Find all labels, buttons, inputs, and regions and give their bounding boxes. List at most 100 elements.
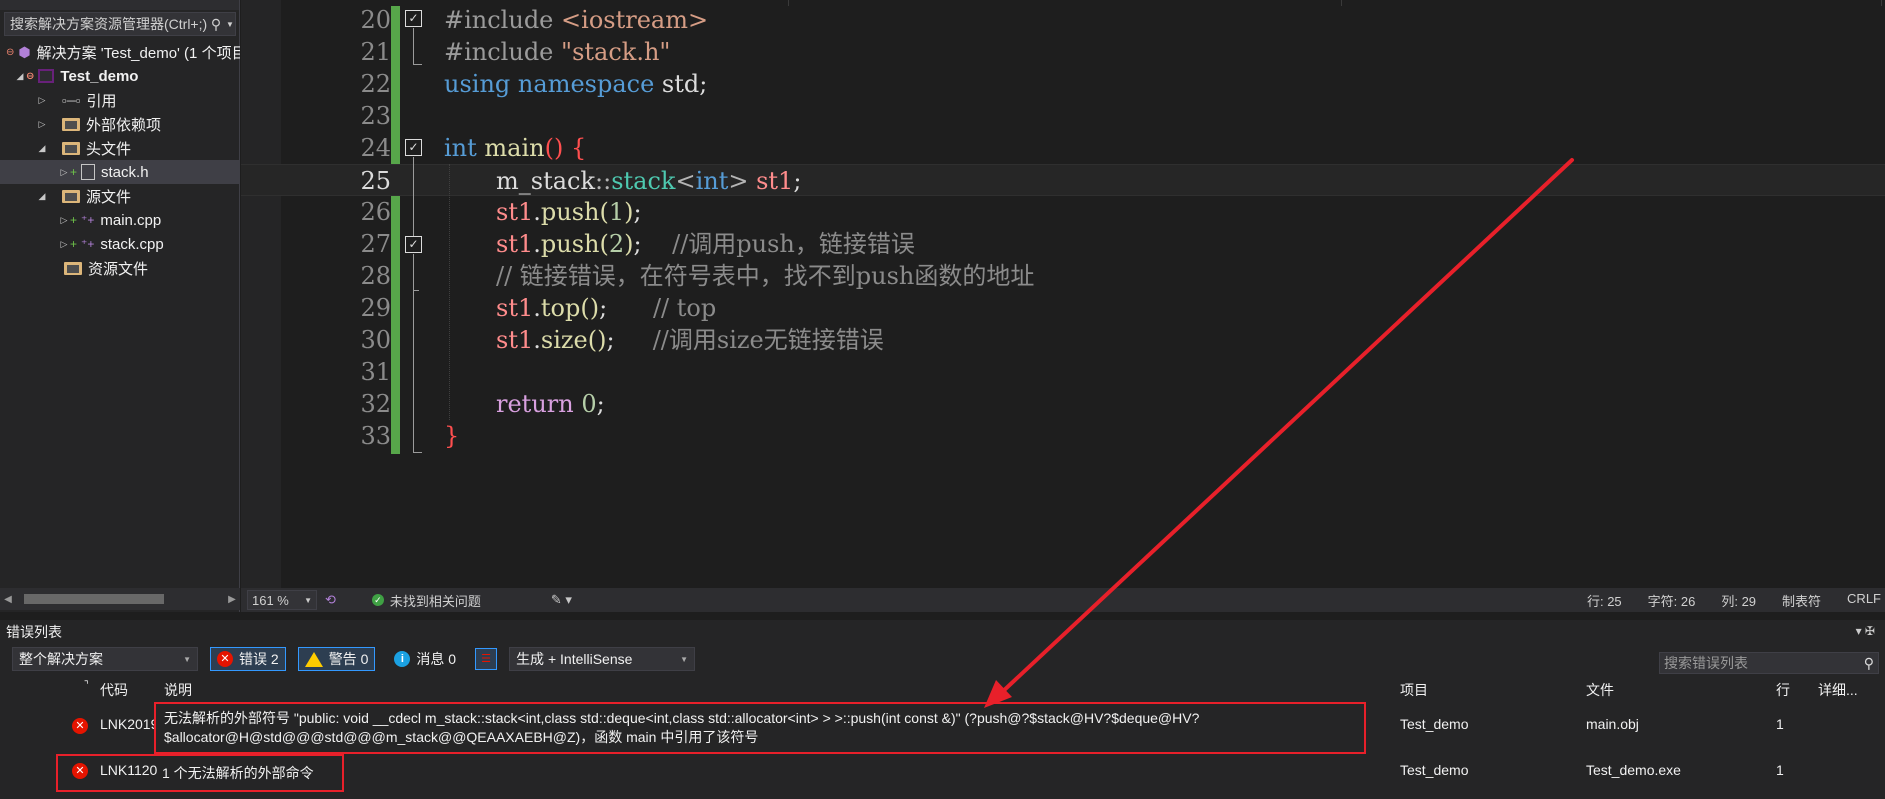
collapse-icon[interactable]: ▷ — [36, 119, 48, 130]
collapse-icon[interactable]: ▷ — [58, 239, 70, 250]
code-line-30[interactable]: 30 st1.size(); //调用size无链接错误 — [241, 324, 1885, 356]
added-icon: + — [70, 165, 78, 179]
collapse-region-icon[interactable]: ✓ — [405, 10, 422, 27]
error-list-panel: 错误列表 ▾ ✠ 整个解决方案 ▼ ✕ 错误 2 警告 0 i 消息 0 ☰ 生… — [0, 620, 1885, 799]
tree-item-resources[interactable]: 资源文件 — [0, 256, 240, 280]
code-line-26[interactable]: 26 st1.push(1); — [241, 196, 1885, 228]
code-line-28[interactable]: 28 // 链接错误，在符号表中，找不到push函数的地址 — [241, 260, 1885, 292]
scroll-right-icon[interactable]: ▶ — [224, 594, 240, 605]
messages-filter-button[interactable]: i 消息 0 — [387, 647, 463, 671]
error-list-title-bar: 错误列表 ▾ ✠ — [0, 620, 1885, 644]
code-line-33[interactable]: 33 } — [241, 420, 1885, 452]
header-line[interactable]: 行 — [1776, 680, 1790, 700]
line-number: 21 — [360, 38, 391, 66]
tree-item-references[interactable]: ▷ ▫─▫ 引用 — [0, 88, 240, 112]
search-icon[interactable]: ⚲ — [207, 16, 225, 33]
code-text[interactable]: st1.top(); // top — [496, 292, 716, 324]
expand-icon[interactable]: ◢ — [36, 191, 48, 202]
code-line-21[interactable]: 21 #include "stack.h" — [241, 36, 1885, 68]
references-label: 引用 — [86, 92, 117, 110]
code-text[interactable]: } — [444, 420, 459, 452]
code-editor[interactable]: 20 #include <iostream> 21 #include "stac… — [241, 0, 1885, 588]
tree-item-main-cpp[interactable]: ▷ + ⁺+ main.cpp — [0, 208, 240, 232]
refresh-icon[interactable]: ⟲ — [325, 592, 336, 608]
source-file-1-label: main.cpp — [100, 211, 162, 229]
check-icon: ✓ — [371, 594, 384, 606]
code-line-27[interactable]: 27 st1.push(2); //调用push，链接错误 — [241, 228, 1885, 260]
chevron-down-icon[interactable]: ▼ — [225, 20, 235, 29]
header-project[interactable]: 项目 — [1400, 680, 1428, 700]
code-line-24[interactable]: 24 int main() { — [241, 132, 1885, 164]
fold-guide — [413, 28, 414, 64]
tree-item-solution[interactable]: ⊖ ⬢ 解决方案 'Test_demo' (1 个项目) — [0, 40, 240, 64]
header-detail[interactable]: 详细... — [1818, 680, 1858, 700]
error-icon: ✕ — [217, 651, 233, 667]
project-icon — [38, 69, 55, 83]
code-text[interactable]: using namespace std; — [444, 68, 707, 100]
collapse-region-icon[interactable]: ✓ — [405, 139, 422, 156]
scrollbar-thumb[interactable] — [24, 594, 164, 604]
code-line-31[interactable]: 31 — [241, 356, 1885, 388]
expand-icon[interactable]: ◢ — [36, 143, 48, 154]
references-icon: ▫─▫ — [62, 92, 81, 108]
tree-item-sources[interactable]: ◢ 源文件 — [0, 184, 240, 208]
issues-indicator[interactable]: ✓ 未找到相关问题 — [371, 591, 481, 610]
code-text[interactable]: return 0; — [496, 388, 605, 420]
panel-pin-icon[interactable]: ▾ ✠ — [1856, 624, 1875, 638]
code-line-32[interactable]: 32 return 0; — [241, 388, 1885, 420]
code-line-22[interactable]: 22 using namespace std; — [241, 68, 1885, 100]
code-line-20[interactable]: 20 #include <iostream> — [241, 4, 1885, 36]
error-project: Test_demo — [1400, 716, 1469, 732]
code-text[interactable]: // 链接错误，在符号表中，找不到push函数的地址 — [496, 260, 1034, 292]
tree-item-headers[interactable]: ◢ 头文件 — [0, 136, 240, 160]
error-list-search[interactable]: 搜索错误列表 ⚲ — [1659, 652, 1879, 674]
header-file[interactable]: 文件 — [1586, 680, 1614, 700]
code-text[interactable]: m_stack::stack<int> st1; — [496, 165, 801, 197]
char-position: 字符: 26 — [1647, 593, 1696, 609]
pending-change-icon: ⊖ — [6, 46, 15, 58]
tree-item-stack-h[interactable]: ▷ + stack.h — [0, 160, 240, 184]
code-text[interactable]: st1.push(2); //调用push，链接错误 — [496, 228, 915, 260]
scroll-left-icon[interactable]: ◀ — [0, 594, 16, 605]
code-text[interactable]: int main() { — [444, 132, 586, 164]
tree-item-external-deps[interactable]: ▷ 外部依赖项 — [0, 112, 240, 136]
zoom-dropdown[interactable]: 161 % ▼ — [247, 590, 317, 610]
collapse-icon[interactable]: ▷ — [36, 95, 48, 106]
line-ending[interactable]: CRLF — [1847, 591, 1881, 610]
warnings-filter-button[interactable]: 警告 0 — [297, 647, 376, 671]
tree-item-project[interactable]: ◢ ⊖ Test_demo — [0, 64, 240, 88]
solution-explorer-search[interactable]: 搜索解决方案资源管理器(Ctrl+;) ⚲ ▼ — [4, 12, 236, 36]
line-number: 27 — [360, 230, 391, 258]
source-dropdown[interactable]: 生成 + IntelliSense ▼ — [509, 647, 696, 671]
cleanup-brush-icon[interactable]: ✎ ▾ — [551, 592, 572, 608]
errors-filter-button[interactable]: ✕ 错误 2 — [210, 647, 286, 671]
code-line-23[interactable]: 23 — [241, 100, 1885, 132]
scope-dropdown[interactable]: 整个解决方案 ▼ — [12, 647, 198, 671]
collapse-icon[interactable]: ▷ — [58, 215, 70, 226]
resources-label: 资源文件 — [88, 260, 149, 278]
header-code[interactable]: 代码 — [100, 680, 128, 700]
line-number: 24 — [360, 134, 391, 162]
solution-search-input[interactable]: 搜索解决方案资源管理器(Ctrl+;) — [5, 14, 207, 34]
tab-mode[interactable]: 制表符 — [1782, 591, 1821, 610]
error-search-input[interactable]: 搜索错误列表 — [1664, 653, 1748, 673]
expand-icon[interactable]: ◢ — [14, 71, 26, 82]
code-text[interactable]: #include "stack.h" — [444, 36, 670, 68]
code-text[interactable]: st1.size(); //调用size无链接错误 — [496, 324, 884, 356]
cpp-file-icon: ⁺+ — [81, 237, 95, 251]
code-line-25[interactable]: 25 m_stack::stack<int> st1; — [241, 164, 1885, 196]
filter-icon[interactable]: ☰ — [475, 648, 498, 670]
code-text[interactable]: #include <iostream> — [444, 4, 708, 36]
sort-icon[interactable]: ⌝ — [84, 680, 89, 691]
pending-change-icon: ⊖ — [26, 70, 35, 82]
code-line-29[interactable]: 29 st1.top(); // top — [241, 292, 1885, 324]
collapse-icon[interactable]: ▷ — [58, 167, 70, 178]
code-text[interactable]: st1.push(1); — [496, 196, 642, 228]
header-description[interactable]: 说明 — [164, 680, 192, 700]
fold-guide — [413, 254, 414, 452]
tree-item-stack-cpp[interactable]: ▷ + ⁺+ stack.cpp — [0, 232, 240, 256]
horizontal-scrollbar[interactable]: ◀ ▶ — [0, 588, 240, 610]
search-icon[interactable]: ⚲ — [1864, 655, 1874, 672]
collapse-region-icon[interactable]: ✓ — [405, 236, 422, 253]
added-icon: + — [70, 237, 78, 251]
